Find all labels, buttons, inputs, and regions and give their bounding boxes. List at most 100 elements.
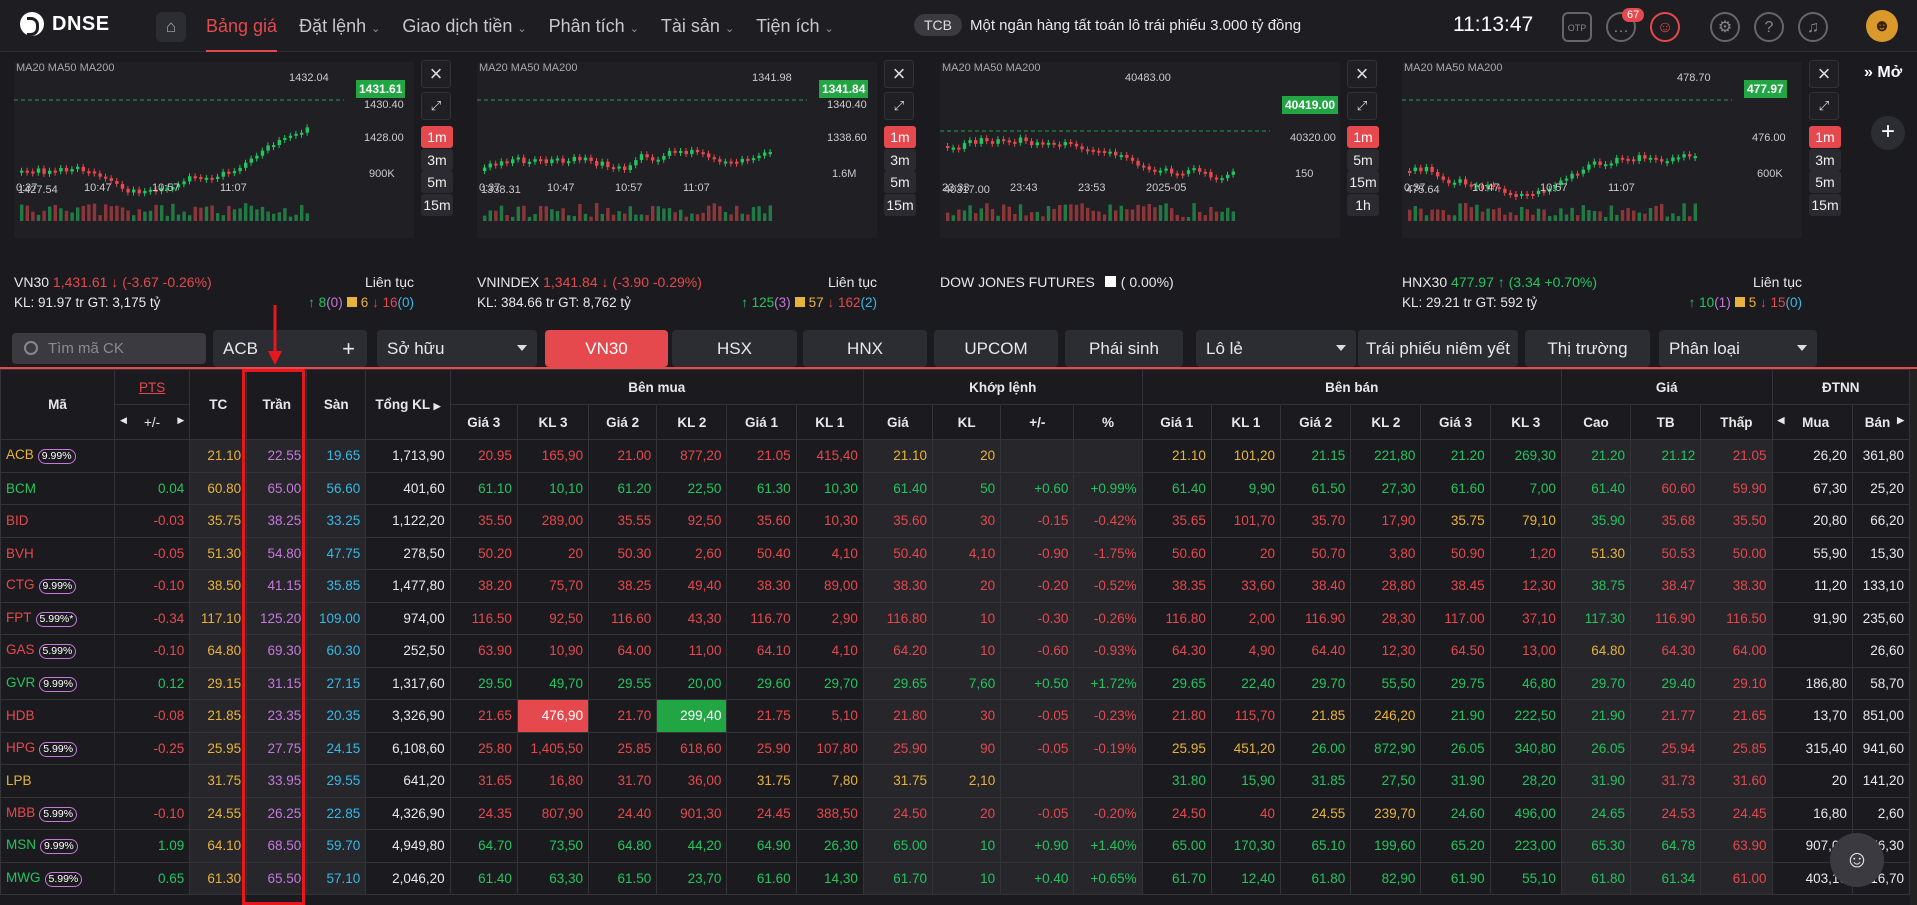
bid-price-cell[interactable]: 35.50 — [449, 504, 518, 538]
bid-price-cell[interactable]: 64.10 — [726, 634, 797, 668]
ask-volume-cell[interactable]: 3,80 — [1350, 536, 1422, 570]
bid-volume-cell[interactable]: 29,70 — [795, 666, 864, 700]
logo[interactable]: DNSE — [20, 12, 110, 36]
bid-volume-cell[interactable]: 75,70 — [516, 569, 590, 603]
timeframe-button[interactable]: 1h — [1347, 193, 1379, 216]
ask-price-cell[interactable]: 50.60 — [1141, 536, 1212, 570]
ask-volume-cell[interactable]: 496,00 — [1489, 796, 1562, 830]
ask-volume-cell[interactable]: 12,30 — [1350, 634, 1422, 668]
bid-volume-cell[interactable]: 36,00 — [656, 764, 728, 798]
ask-volume-cell[interactable]: 28,20 — [1489, 764, 1562, 798]
bid-price-cell[interactable]: 61.50 — [588, 861, 658, 895]
bid-price-cell[interactable]: 24.40 — [588, 796, 658, 830]
symbol-cell[interactable]: ACB 9.99% — [0, 439, 115, 473]
bid-volume-cell[interactable]: 807,90 — [516, 796, 590, 830]
ask-volume-cell[interactable]: 2,00 — [1210, 601, 1282, 635]
ask-price-cell[interactable]: 116.80 — [1141, 601, 1212, 635]
ask-price-cell[interactable]: 64.30 — [1141, 634, 1212, 668]
col-kl3[interactable]: KL 3 — [516, 404, 590, 440]
bid-price-cell[interactable]: 24.45 — [726, 796, 797, 830]
col-s2[interactable]: Giá 2 — [1280, 404, 1352, 440]
ask-price-cell[interactable]: 61.40 — [1141, 471, 1212, 505]
ask-volume-cell[interactable]: 872,90 — [1350, 731, 1422, 765]
ask-price-cell[interactable]: 61.50 — [1280, 471, 1352, 505]
bid-volume-cell[interactable]: 49,70 — [516, 666, 590, 700]
fullscreen-icon[interactable]: ⤢ — [884, 92, 914, 120]
bid-volume-cell[interactable]: 5,10 — [795, 699, 864, 733]
col-foreign-sell[interactable]: Bán ▶ — [1851, 404, 1911, 440]
col-lo[interactable]: Thấp — [1700, 404, 1773, 440]
tab-market[interactable]: Thị trường — [1525, 330, 1650, 367]
bid-price-cell[interactable]: 38.20 — [449, 569, 518, 603]
col-mkl[interactable]: KL — [932, 404, 1002, 440]
bid-price-cell[interactable]: 21.00 — [588, 439, 658, 473]
ask-volume-cell[interactable]: 1,20 — [1489, 536, 1562, 570]
ask-volume-cell[interactable]: 101,70 — [1210, 504, 1282, 538]
close-chart-icon[interactable]: × — [884, 60, 914, 88]
timeframe-button[interactable]: 1m — [1347, 126, 1379, 148]
ask-volume-cell[interactable]: 115,70 — [1210, 699, 1282, 733]
ask-price-cell[interactable]: 61.90 — [1420, 861, 1491, 895]
ask-volume-cell[interactable]: 451,20 — [1210, 731, 1282, 765]
bid-price-cell[interactable]: 116.70 — [726, 601, 797, 635]
bid-price-cell[interactable]: 61.30 — [726, 471, 797, 505]
tab-market-0[interactable]: VN30 — [545, 330, 668, 367]
avatar[interactable]: ☻ — [1866, 10, 1898, 42]
nav-item-4[interactable]: Tài sản ⌄ — [661, 16, 734, 37]
ask-volume-cell[interactable]: 17,90 — [1350, 504, 1422, 538]
bid-volume-cell[interactable]: 92,50 — [516, 601, 590, 635]
ask-price-cell[interactable]: 116.90 — [1280, 601, 1352, 635]
ask-volume-cell[interactable]: 55,10 — [1489, 861, 1562, 895]
table-row[interactable]: CTG 9.99% -0.10 38.50 41.15 35.85 1,477,80 38.2… — [0, 569, 1911, 603]
bid-price-cell[interactable]: 29.60 — [726, 666, 797, 700]
ask-volume-cell[interactable]: 22,40 — [1210, 666, 1282, 700]
table-row[interactable]: MBB 5.99% -0.10 24.55 26.25 22.85 4,326,90 24.3… — [0, 796, 1911, 830]
ask-volume-cell[interactable]: 199,60 — [1350, 829, 1422, 863]
ask-price-cell[interactable]: 64.50 — [1420, 634, 1491, 668]
bid-price-cell[interactable]: 35.55 — [588, 504, 658, 538]
tab-market-4[interactable]: Phái sinh — [1065, 330, 1183, 367]
ask-price-cell[interactable]: 21.15 — [1280, 439, 1352, 473]
bid-price-cell[interactable]: 29.55 — [588, 666, 658, 700]
symbol-search-input[interactable]: Tìm mã CK — [12, 333, 206, 364]
bid-volume-cell[interactable]: 299,40 — [656, 699, 728, 733]
timeframe-button[interactable]: 5m — [1809, 171, 1841, 193]
add-icon[interactable]: + — [342, 336, 355, 362]
bid-price-cell[interactable]: 116.60 — [588, 601, 658, 635]
nav-item-2[interactable]: Giao dịch tiền ⌄ — [402, 16, 526, 37]
scroll-left-icon[interactable]: ◀ — [120, 415, 127, 426]
bid-price-cell[interactable]: 21.05 — [726, 439, 797, 473]
ask-price-cell[interactable]: 50.70 — [1280, 536, 1352, 570]
ask-volume-cell[interactable]: 222,50 — [1489, 699, 1562, 733]
col-scroll-right-icon[interactable]: ▶ — [434, 401, 441, 411]
bid-price-cell[interactable]: 50.40 — [726, 536, 797, 570]
tab-market-1[interactable]: HSX — [672, 330, 797, 367]
bid-volume-cell[interactable]: 49,40 — [656, 569, 728, 603]
bid-price-cell[interactable]: 31.65 — [449, 764, 518, 798]
ask-price-cell[interactable]: 21.80 — [1141, 699, 1212, 733]
fullscreen-icon[interactable]: ⤢ — [421, 92, 451, 120]
bid-volume-cell[interactable]: 26,30 — [795, 829, 864, 863]
ask-volume-cell[interactable]: 269,30 — [1489, 439, 1562, 473]
bid-volume-cell[interactable]: 618,60 — [656, 731, 728, 765]
symbol-cell[interactable]: BCM — [0, 471, 115, 505]
symbol-cell[interactable]: HDB — [0, 699, 115, 733]
col-symbol[interactable]: Mã — [0, 369, 115, 440]
table-row[interactable]: BCM 0.04 60.80 65.00 56.60 401,60 61.10 10,10 61… — [0, 471, 1911, 505]
col-ceiling[interactable]: Trần — [246, 369, 308, 440]
bid-price-cell[interactable]: 21.75 — [726, 699, 797, 733]
col-mp[interactable]: Giá — [862, 404, 934, 440]
bid-volume-cell[interactable]: 10,90 — [516, 634, 590, 668]
timeframe-button[interactable]: 15m — [1347, 171, 1379, 193]
col-foreign-buy[interactable]: ◀ Mua — [1771, 404, 1853, 440]
bid-volume-cell[interactable]: 165,90 — [516, 439, 590, 473]
col-g1[interactable]: Giá 1 — [726, 404, 797, 440]
ask-price-cell[interactable]: 21.10 — [1141, 439, 1212, 473]
bid-volume-cell[interactable]: 877,20 — [656, 439, 728, 473]
home-icon[interactable]: ⌂ — [156, 12, 186, 42]
index-chart-3[interactable]: MA20 MA50 MA200 478.70 475.64 476.00 600K 0:3… — [1402, 60, 1841, 310]
bid-volume-cell[interactable]: 44,20 — [656, 829, 728, 863]
headset-icon[interactable]: ♫ — [1798, 12, 1828, 42]
timeframe-button[interactable]: 1m — [421, 126, 453, 148]
otp-icon[interactable]: OTP — [1562, 12, 1592, 42]
